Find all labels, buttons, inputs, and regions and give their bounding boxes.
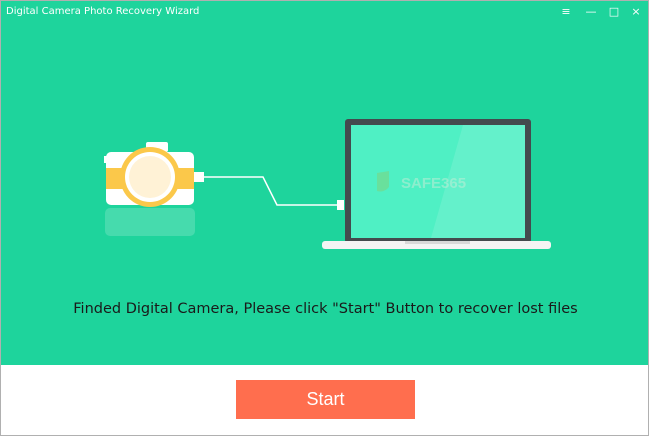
camera-icon xyxy=(104,142,204,207)
status-message: Finded Digital Camera, Please click "Sta… xyxy=(73,301,578,317)
usb-plug xyxy=(337,200,344,210)
watermark-text: SAFE365 xyxy=(401,175,466,192)
start-button[interactable]: Start xyxy=(236,380,415,419)
footer-bar: Start xyxy=(1,365,648,435)
usb-cable xyxy=(204,176,337,206)
main-panel: Digital Camera Photo Recovery Wizard ≡ —… xyxy=(1,1,648,365)
camera-reflection xyxy=(105,208,195,236)
app-window: Digital Camera Photo Recovery Wizard ≡ —… xyxy=(0,0,649,436)
